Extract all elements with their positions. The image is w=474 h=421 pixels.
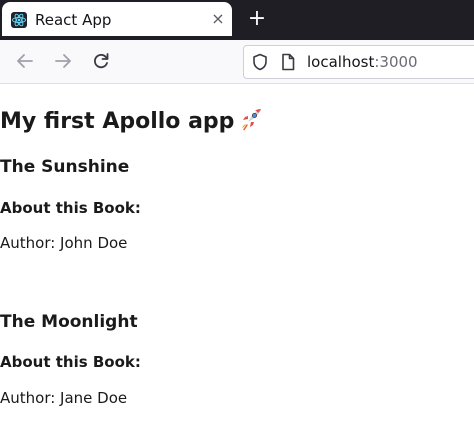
forward-arrow-icon[interactable] [50, 48, 76, 74]
page-info-icon[interactable] [280, 53, 296, 71]
book-about-heading: About this Book: [0, 353, 141, 371]
react-favicon-icon [11, 12, 27, 28]
address-bar[interactable]: localhost:3000 [243, 45, 474, 79]
url-host: localhost [307, 53, 375, 71]
book-about-heading: About this Book: [0, 199, 141, 217]
back-arrow-icon[interactable] [12, 48, 38, 74]
new-tab-button[interactable]: + [246, 8, 268, 30]
shield-icon[interactable] [251, 53, 269, 71]
book-author: Author: Jane Doe [0, 389, 128, 407]
page-title: My first Apollo app [0, 106, 264, 134]
reload-icon[interactable] [88, 48, 114, 74]
tab-title: React App [35, 11, 112, 29]
url-text: localhost:3000 [307, 53, 418, 71]
page-content: My first Apollo app The Sunshine About t… [0, 84, 474, 421]
book-author: Author: John Doe [0, 234, 128, 252]
book-title: The Moonlight [0, 312, 138, 332]
rocket-icon [238, 106, 264, 132]
close-tab-icon[interactable]: × [208, 9, 228, 29]
url-port: :3000 [374, 53, 418, 71]
browser-tab[interactable]: React App × [2, 2, 232, 36]
book-title: The Sunshine [0, 157, 130, 177]
browser-tab-bar: React App × + [0, 0, 474, 40]
browser-toolbar: localhost:3000 [0, 40, 474, 84]
page-title-text: My first Apollo app [0, 109, 235, 134]
